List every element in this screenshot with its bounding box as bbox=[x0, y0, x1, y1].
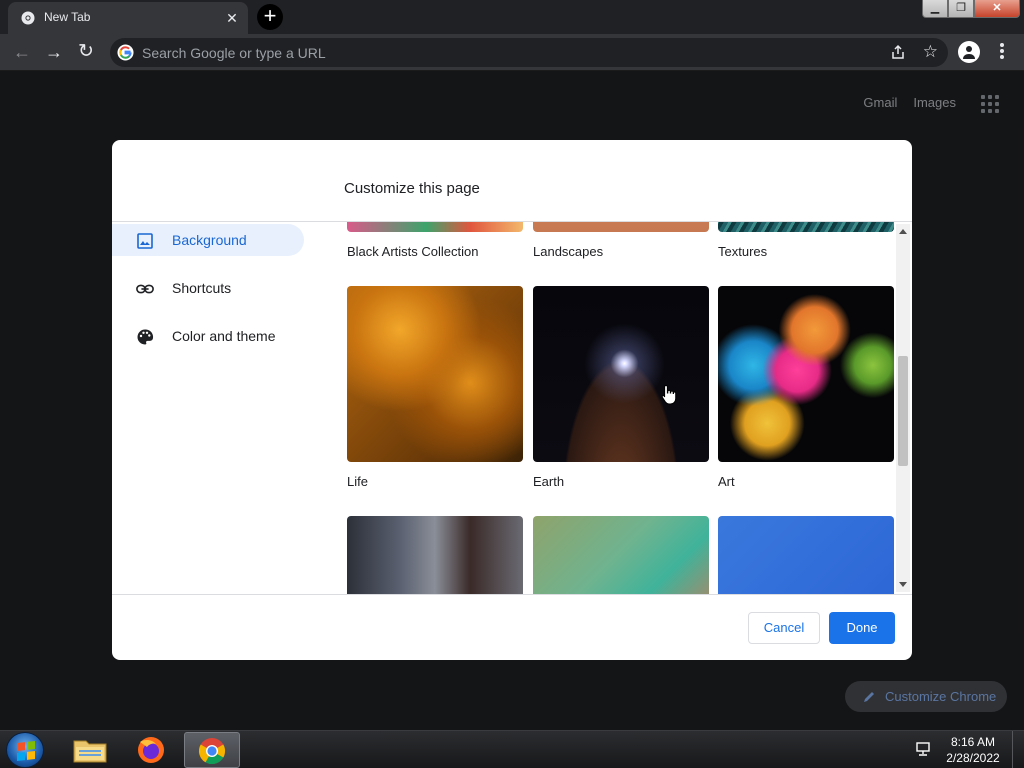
collection-tile-black-artists[interactable] bbox=[347, 222, 523, 232]
kebab-menu-icon[interactable] bbox=[994, 42, 1010, 62]
show-desktop-button[interactable] bbox=[1012, 731, 1024, 768]
taskbar-firefox[interactable] bbox=[124, 732, 180, 768]
collection-tile-art[interactable] bbox=[718, 286, 894, 462]
cancel-button[interactable]: Cancel bbox=[748, 612, 820, 644]
clock-time: 8:16 AM bbox=[950, 735, 996, 749]
share-icon[interactable] bbox=[890, 44, 906, 60]
start-button[interactable] bbox=[6, 732, 44, 768]
chrome-icon bbox=[198, 738, 226, 765]
chrome-favicon-icon bbox=[21, 11, 35, 25]
collection-label: Black Artists Collection bbox=[347, 244, 479, 259]
collection-tile-city[interactable] bbox=[347, 516, 523, 594]
google-g-icon bbox=[117, 44, 134, 61]
sidebar-item-background[interactable]: Background bbox=[112, 224, 304, 256]
omnibox-placeholder: Search Google or type a URL bbox=[142, 45, 326, 61]
collection-label: Textures bbox=[718, 244, 768, 259]
scroll-thumb[interactable] bbox=[898, 356, 908, 466]
sidebar-item-label: Color and theme bbox=[172, 328, 276, 344]
collection-label: Earth bbox=[533, 474, 565, 489]
tab-strip: New Tab ✕ + ▁ ❐ ✕ bbox=[0, 0, 1024, 34]
sidebar-item-label: Background bbox=[172, 232, 247, 248]
collections-scrollbar[interactable] bbox=[896, 224, 910, 592]
dialog-divider bbox=[112, 594, 912, 595]
clock-date: 2/28/2022 bbox=[946, 751, 1000, 765]
profile-avatar-icon[interactable] bbox=[958, 41, 980, 63]
sidebar-item-color-and-theme[interactable]: Color and theme bbox=[112, 320, 304, 352]
bookmark-star-icon[interactable]: ☆ bbox=[923, 42, 938, 62]
collection-tile-textures[interactable] bbox=[718, 222, 894, 232]
windows-taskbar: 8:16 AM 2/28/2022 bbox=[0, 730, 1024, 768]
scroll-up-arrow-icon[interactable] bbox=[899, 229, 907, 234]
omnibox[interactable]: Search Google or type a URL ☆ bbox=[110, 38, 948, 67]
network-icon[interactable] bbox=[914, 741, 932, 757]
taskbar-explorer[interactable] bbox=[62, 732, 118, 768]
sidebar-item-shortcuts[interactable]: Shortcuts bbox=[112, 272, 304, 304]
taskbar-chrome[interactable] bbox=[184, 732, 240, 768]
firefox-icon bbox=[138, 737, 164, 763]
tab-close-icon[interactable]: ✕ bbox=[224, 10, 240, 26]
folder-icon bbox=[73, 740, 107, 763]
collection-label: Life bbox=[347, 474, 368, 489]
scroll-down-arrow-icon[interactable] bbox=[899, 582, 907, 587]
minimize-button[interactable]: ▁ bbox=[922, 0, 948, 18]
forward-arrow-icon[interactable]: → bbox=[42, 40, 66, 64]
sidebar-item-label: Shortcuts bbox=[172, 280, 232, 296]
collection-tile-geometric[interactable] bbox=[533, 516, 709, 594]
done-button[interactable]: Done bbox=[829, 612, 895, 644]
collection-tile-solid-colors[interactable] bbox=[718, 516, 894, 594]
window-controls: ▁ ❐ ✕ bbox=[922, 0, 1020, 20]
link-icon bbox=[136, 284, 154, 294]
palette-icon bbox=[137, 329, 154, 345]
close-window-button[interactable]: ✕ bbox=[974, 0, 1020, 18]
browser-toolbar: ← → ↻ Search Google or type a URL ☆ bbox=[0, 34, 1024, 71]
collection-tile-life[interactable] bbox=[347, 286, 523, 462]
collection-tile-landscapes[interactable] bbox=[533, 222, 709, 232]
collection-label: Art bbox=[718, 474, 735, 489]
system-clock[interactable]: 8:16 AM 2/28/2022 bbox=[940, 734, 1006, 766]
back-arrow-icon[interactable]: ← bbox=[10, 40, 34, 64]
new-tab-button[interactable]: + bbox=[257, 4, 283, 30]
person-icon bbox=[963, 46, 975, 59]
collection-label: Landscapes bbox=[533, 244, 604, 259]
collection-tile-earth[interactable] bbox=[533, 286, 709, 462]
background-collections-grid: Black Artists Collection Landscapes Text… bbox=[342, 222, 912, 594]
tab-title: New Tab bbox=[44, 10, 91, 24]
tab-new-tab[interactable]: New Tab ✕ bbox=[8, 2, 248, 34]
reload-icon[interactable]: ↻ bbox=[74, 40, 98, 64]
restore-button[interactable]: ❐ bbox=[948, 0, 974, 18]
customize-dialog: Customize this page Background Shortcuts… bbox=[112, 140, 912, 660]
dialog-title: Customize this page bbox=[344, 180, 480, 197]
image-icon bbox=[137, 233, 153, 249]
windows-logo-icon bbox=[17, 741, 35, 761]
hand-cursor-icon bbox=[661, 384, 677, 405]
